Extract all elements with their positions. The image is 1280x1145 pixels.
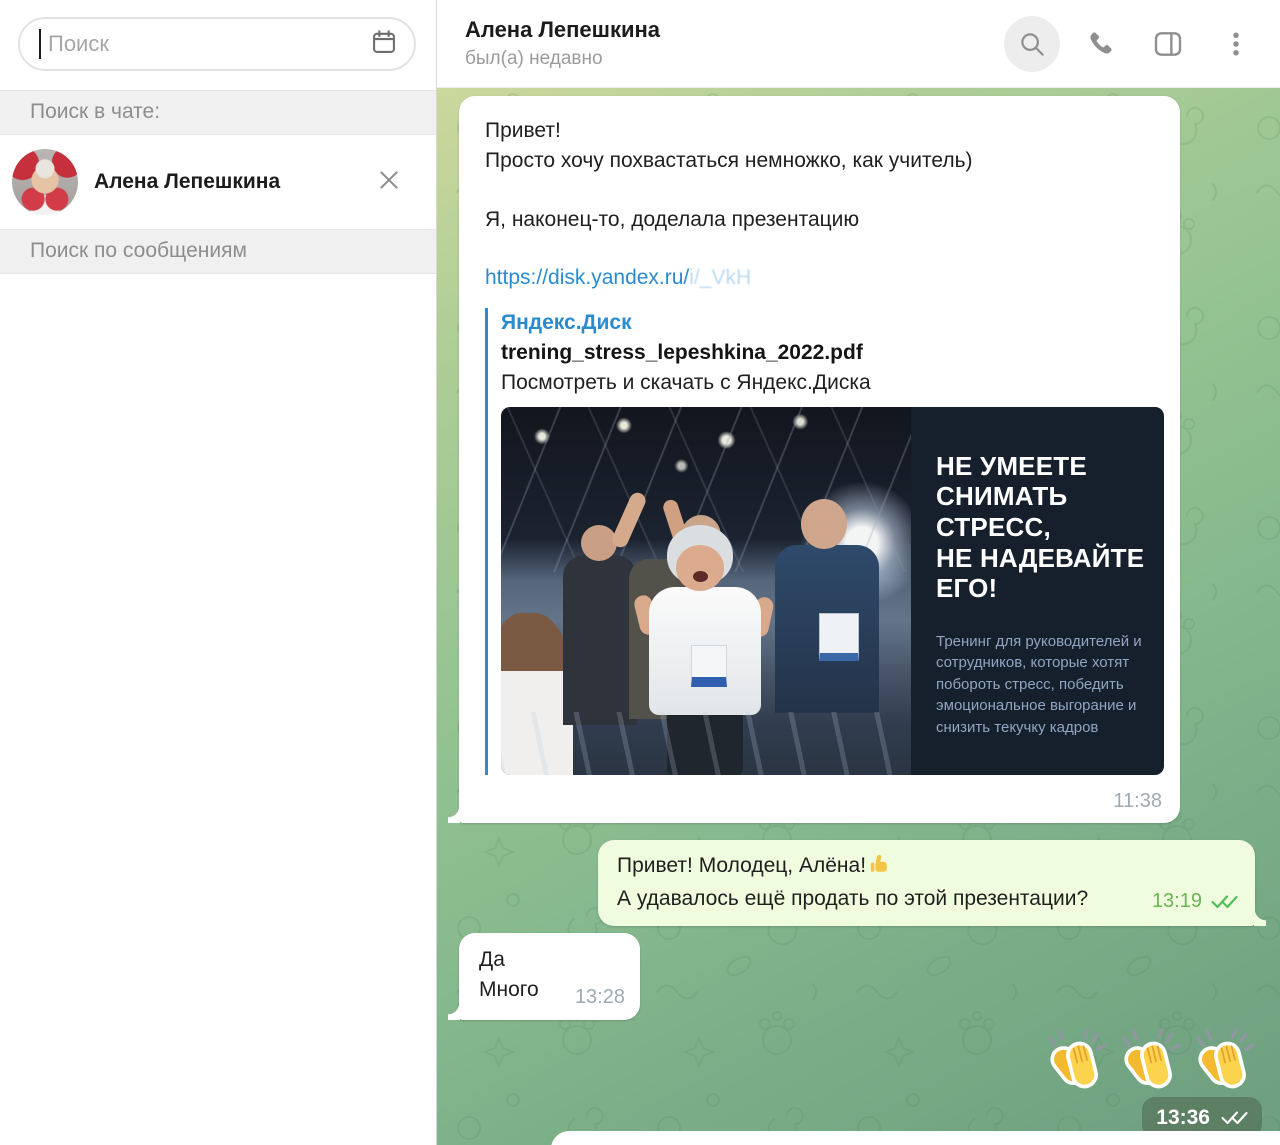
thumbs-up-emoji [868, 853, 890, 884]
message-input-area[interactable] [551, 1131, 1280, 1145]
clapping-hands-emoji [1122, 1028, 1181, 1089]
search-bar-container [0, 0, 436, 90]
chat-search-scope-item[interactable]: Алена Лепешкина [0, 135, 436, 229]
double-check-icon [1221, 1110, 1248, 1125]
photo-badge [691, 644, 727, 687]
calendar-icon[interactable] [370, 28, 398, 61]
photo-person [676, 544, 724, 591]
clapping-hands-emoji [1196, 1028, 1255, 1089]
message-link[interactable]: https://disk.yandex.ru/i/_VkH [485, 263, 1152, 293]
message-line: Просто хочу похвастаться немножко, как у… [485, 148, 973, 172]
search-input[interactable] [48, 31, 370, 57]
chat-header: Алена Лепешкина был(а) недавно [437, 0, 1280, 88]
message-line: Да [479, 948, 505, 971]
phone-icon[interactable] [1072, 16, 1128, 72]
poster-text-panel: НЕ УМЕЕТЕ СНИМАТЬ СТРЕСС, НЕ НАДЕВАЙТЕ Е… [911, 406, 1164, 775]
clapping-hands-emoji [1048, 1028, 1107, 1089]
message-history: Привет! Просто хочу похвастаться немножк… [437, 88, 1280, 1145]
text-cursor [39, 29, 41, 59]
photo-person [693, 570, 708, 582]
message-line: Привет! Молодец, Алёна! [617, 851, 1237, 884]
sidebar-toggle-icon[interactable] [1140, 16, 1196, 72]
telegram-app: Поиск в чате: Алена Лепешкина Поиск по с… [0, 0, 1280, 1145]
chat-panel: Алена Лепешкина был(а) недавно Привет! П… [437, 0, 1280, 1145]
photo-badge [819, 612, 859, 661]
message-line: Я, наконец-то, доделала презентацию [485, 207, 860, 231]
search-icon[interactable] [1004, 15, 1060, 72]
search-sidebar: Поиск в чате: Алена Лепешкина Поиск по с… [0, 0, 437, 1145]
message-line: А удавалось ещё продать по этой презента… [617, 886, 1089, 910]
link-preview-filename: trening_stress_lepeshkina_2022.pdf [501, 341, 863, 365]
double-check-icon [1211, 894, 1238, 909]
message-timestamp: 11:38 [1113, 789, 1162, 812]
chat-name: Алена Лепешкина [94, 170, 281, 193]
close-icon[interactable] [376, 167, 402, 198]
message-timestamp: 13:36 [1156, 1105, 1210, 1129]
chat-title: Алена Лепешкина [465, 17, 661, 42]
photo-floor [501, 712, 911, 775]
bubble-tail [1254, 908, 1266, 926]
chat-status: был(а) недавно [465, 48, 603, 69]
bubble-tail [448, 1003, 460, 1020]
search-field[interactable] [18, 17, 416, 71]
photo-person [801, 498, 847, 549]
poster-photo [501, 406, 911, 775]
search-in-chat-label: Поиск в чате: [0, 90, 436, 135]
incoming-message-bubble[interactable]: Да Много 13:28 [448, 933, 640, 1020]
photo-person [563, 554, 637, 725]
poster-title: НЕ УМЕЕТЕ СНИМАТЬ СТРЕСС, НЕ НАДЕВАЙТЕ Е… [936, 450, 1145, 604]
outgoing-message-bubble[interactable]: Привет! Молодец, Алёна! А удавалось ещё … [598, 840, 1266, 926]
link-preview-description: Посмотреть и скачать с Яндекс.Диска [501, 370, 871, 394]
link-preview[interactable]: Яндекс.Диск trening_stress_lepeshkina_20… [485, 308, 1164, 775]
redacted-link-part: i/_VkH [689, 266, 752, 290]
message-timestamp: 13:19 [1151, 890, 1202, 913]
chat-header-info[interactable]: Алена Лепешкина был(а) недавно [465, 17, 1004, 70]
photo-person [581, 524, 617, 561]
incoming-message-bubble[interactable]: Привет! Просто хочу похвастаться немножк… [448, 96, 1180, 823]
poster-subtitle: Тренинг для руководителей и сотрудников,… [936, 633, 1142, 736]
bubble-tail [448, 806, 460, 823]
search-messages-label: Поиск по сообщениям [0, 229, 436, 274]
menu-icon[interactable] [1208, 16, 1264, 72]
header-actions [1004, 15, 1264, 72]
link-preview-site[interactable]: Яндекс.Диск [501, 308, 1152, 338]
outgoing-emoji-message[interactable] [1042, 1026, 1255, 1091]
avatar [12, 149, 78, 215]
message-timestamp: 13:28 [574, 985, 625, 1008]
message-line: Привет! [485, 119, 561, 142]
link-preview-image[interactable]: НЕ УМЕЕТЕ СНИМАТЬ СТРЕСС, НЕ НАДЕВАЙТЕ Е… [501, 406, 1164, 775]
